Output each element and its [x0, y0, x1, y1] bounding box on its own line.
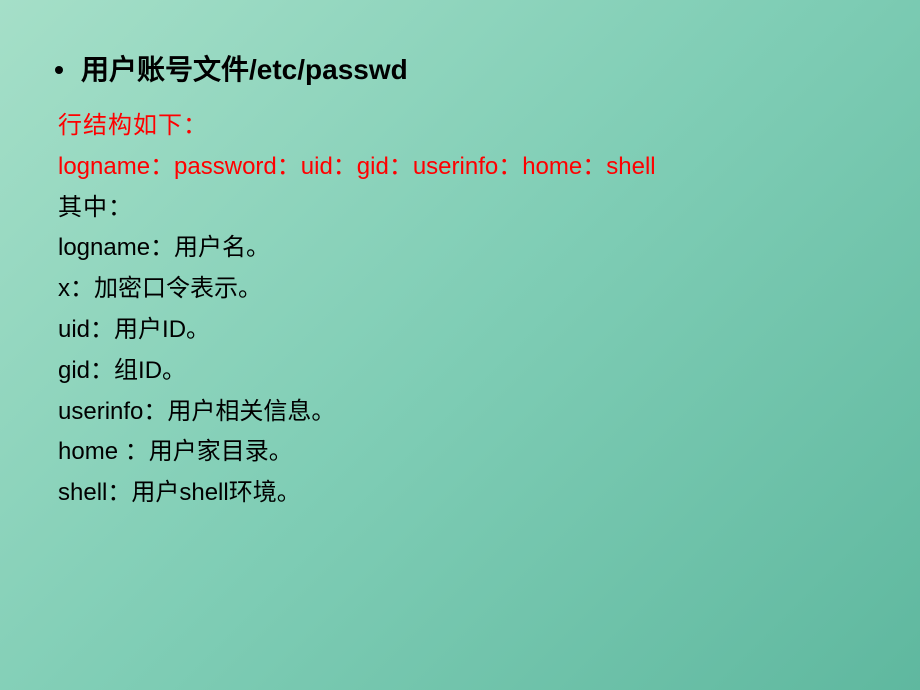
- where-label: 其中：: [58, 188, 870, 229]
- field-uid: uid：用户ID。: [58, 310, 870, 351]
- field-gid: gid：组ID。: [58, 351, 870, 392]
- slide-content: 行结构如下： logname：password：uid：gid：userinfo…: [50, 106, 870, 514]
- format-line: logname：password：uid：gid：userinfo：home：s…: [58, 147, 870, 188]
- slide-heading: 用户账号文件/etc/passwd: [50, 48, 870, 88]
- field-x: x：加密口令表示。: [58, 269, 870, 310]
- field-home: home ：用户家目录。: [58, 432, 870, 473]
- field-userinfo: userinfo：用户相关信息。: [58, 392, 870, 433]
- field-shell: shell：用户shell环境。: [58, 473, 870, 514]
- structure-label: 行结构如下：: [58, 106, 870, 147]
- field-logname: logname：用户名。: [58, 228, 870, 269]
- heading-text: 用户账号文件/etc/passwd: [81, 54, 408, 85]
- bullet-icon: [55, 66, 63, 74]
